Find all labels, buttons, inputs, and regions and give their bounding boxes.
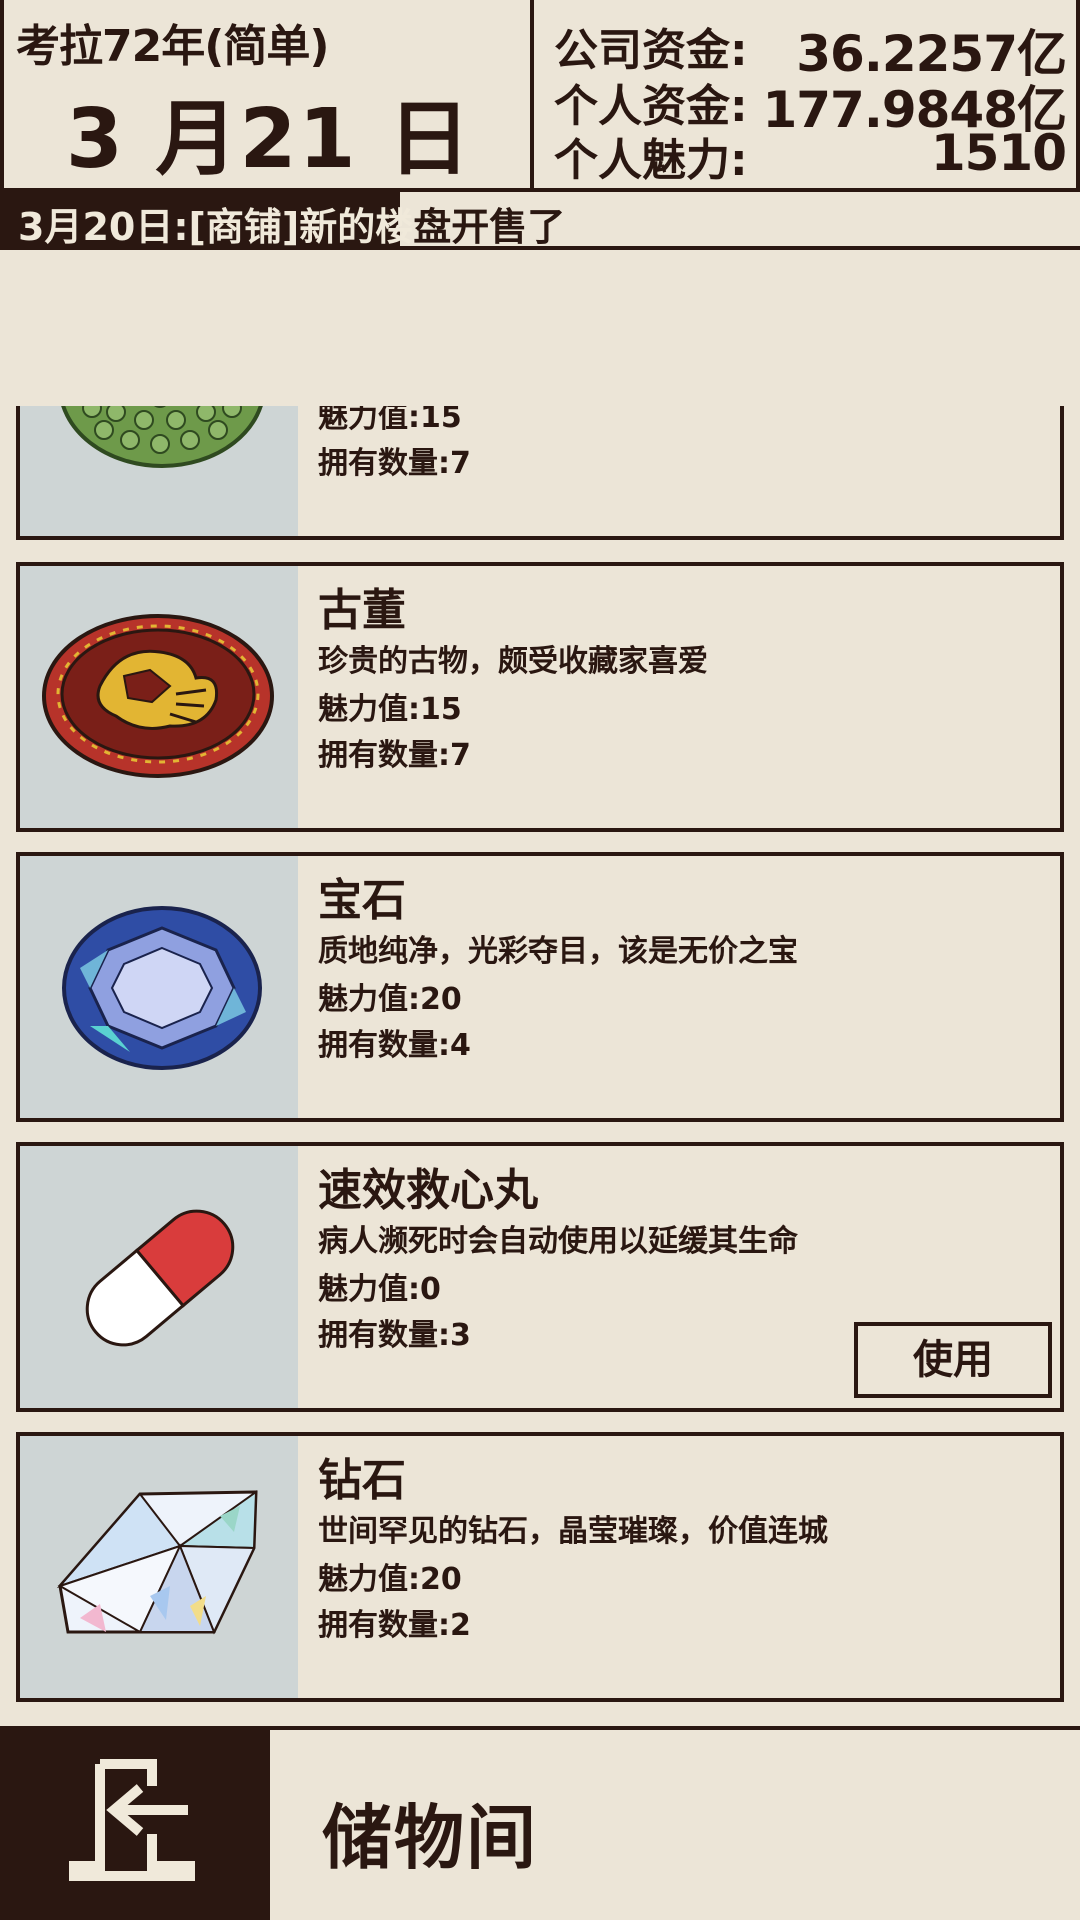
jade-disc-icon: [61, 406, 263, 468]
exit-door-icon: [69, 1759, 195, 1881]
news-ticker: 3月20日:[商铺]新的楼盘开售了: [0, 192, 1080, 250]
ticker-message-part2: 盘开售了: [413, 205, 566, 249]
list-item-diamond[interactable]: 钻石 世间罕见的钻石，晶莹璀璨，价值连城 魅力值:20 拥有数量:2: [16, 1432, 1064, 1702]
item-thumbnail: [20, 406, 298, 536]
item-quantity: 拥有数量:4: [318, 1028, 471, 1063]
item-charm: 魅力值:0: [318, 1272, 441, 1307]
list-item-antique[interactable]: 古董 珍贵的古物，颇受收藏家喜爱 魅力值:15 拥有数量:7: [16, 562, 1064, 832]
gemstone-icon: [62, 906, 262, 1070]
item-quantity: 拥有数量:2: [318, 1608, 471, 1643]
item-name: 宝石: [318, 875, 406, 926]
item-name: 古董: [318, 585, 406, 636]
item-charm: 魅力值:15: [318, 692, 462, 727]
item-quantity: 拥有数量:7: [318, 738, 471, 773]
item-description: 病人濒死时会自动使用以延缓其生命: [318, 1224, 798, 1259]
item-name: 速效救心丸: [318, 1165, 538, 1216]
personal-funds-row: 个人资金: 177.9848亿: [554, 70, 1067, 139]
item-thumbnail: [20, 1436, 298, 1698]
ticker-message: 3月20日:[商铺]新的楼盘开售了: [18, 196, 565, 251]
item-charm: 魅力值:20: [318, 982, 462, 1017]
company-funds-row: 公司资金: 36.2257亿: [554, 14, 1067, 83]
item-charm: 魅力值:15: [318, 406, 462, 435]
personal-charm-label: 个人魅力:: [554, 135, 748, 186]
list-item-heart-pill[interactable]: 速效救心丸 病人濒死时会自动使用以延缓其生命 魅力值:0 拥有数量:3 使用: [16, 1142, 1064, 1412]
date-panel: 考拉72年(简单) 3 月21 日: [4, 0, 534, 188]
item-thumbnail: [20, 1146, 298, 1408]
ticker-message-part1: 3月20日:[商铺]新的楼: [18, 205, 414, 249]
list-item[interactable]: 魅力值:15 拥有数量:7: [16, 406, 1064, 540]
item-thumbnail: [20, 856, 298, 1118]
current-date: 3 月21 日: [65, 92, 473, 187]
room-footer: 储物间: [0, 1726, 1080, 1920]
exit-button[interactable]: [0, 1730, 270, 1920]
inventory-list[interactable]: 魅力值:15 拥有数量:7 古董 珍贵的古物，颇受收藏家喜爱 魅力值:15 拥有…: [0, 406, 1080, 1724]
company-funds-label: 公司资金:: [554, 25, 748, 76]
era-label: 考拉72年(简单): [16, 21, 329, 72]
list-item-gemstone[interactable]: 宝石 质地纯净，光彩夺目，该是无价之宝 魅力值:20 拥有数量:4: [16, 852, 1064, 1122]
use-button[interactable]: 使用: [854, 1322, 1052, 1398]
item-description: 世间罕见的钻石，晶莹璀璨，价值连城: [318, 1514, 828, 1549]
funds-panel: 公司资金: 36.2257亿 个人资金: 177.9848亿 个人魅力: 151…: [534, 0, 1080, 188]
personal-charm-row: 个人魅力: 1510: [554, 124, 1067, 186]
item-description: 珍贵的古物，颇受收藏家喜爱: [318, 644, 708, 679]
item-quantity: 拥有数量:3: [318, 1318, 471, 1353]
room-title: 储物间: [322, 1797, 538, 1879]
status-header: 考拉72年(简单) 3 月21 日 公司资金: 36.2257亿 个人资金: 1…: [0, 0, 1080, 192]
personal-charm-value: 1510: [930, 124, 1067, 182]
item-thumbnail: [20, 566, 298, 828]
item-description: 质地纯净，光彩夺目，该是无价之宝: [318, 934, 798, 969]
item-charm: 魅力值:20: [318, 1562, 462, 1597]
diamond-icon: [56, 1490, 258, 1635]
item-quantity: 拥有数量:7: [318, 446, 471, 481]
antique-plate-icon: [42, 614, 274, 778]
item-name: 钻石: [318, 1455, 406, 1506]
pill-capsule-icon: [85, 1209, 235, 1347]
